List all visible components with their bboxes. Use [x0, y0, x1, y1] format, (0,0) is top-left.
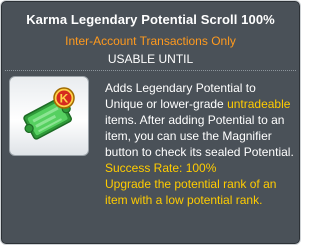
description-highlight: untradeable	[227, 97, 291, 111]
karma-legendary-potential-scroll-icon: K	[23, 87, 75, 140]
item-title: Karma Legendary Potential Scroll 100%	[26, 12, 275, 27]
divider	[5, 70, 296, 71]
usable-until-label: USABLE UNTIL	[107, 52, 194, 66]
item-description: Adds Legendary Potential to Unique or lo…	[105, 80, 297, 208]
item-icon-frame: K	[9, 76, 89, 156]
trade-restriction: Inter-Account Transactions Only	[65, 34, 236, 48]
badge-letter: K	[60, 92, 69, 106]
item-tooltip: Karma Legendary Potential Scroll 100% In…	[0, 0, 301, 245]
success-rate: Success Rate: 100%	[105, 161, 217, 175]
description-part-2: items. After adding Potential to an item…	[105, 113, 294, 159]
upgrade-description: Upgrade the potential rank of an item wi…	[105, 177, 277, 207]
